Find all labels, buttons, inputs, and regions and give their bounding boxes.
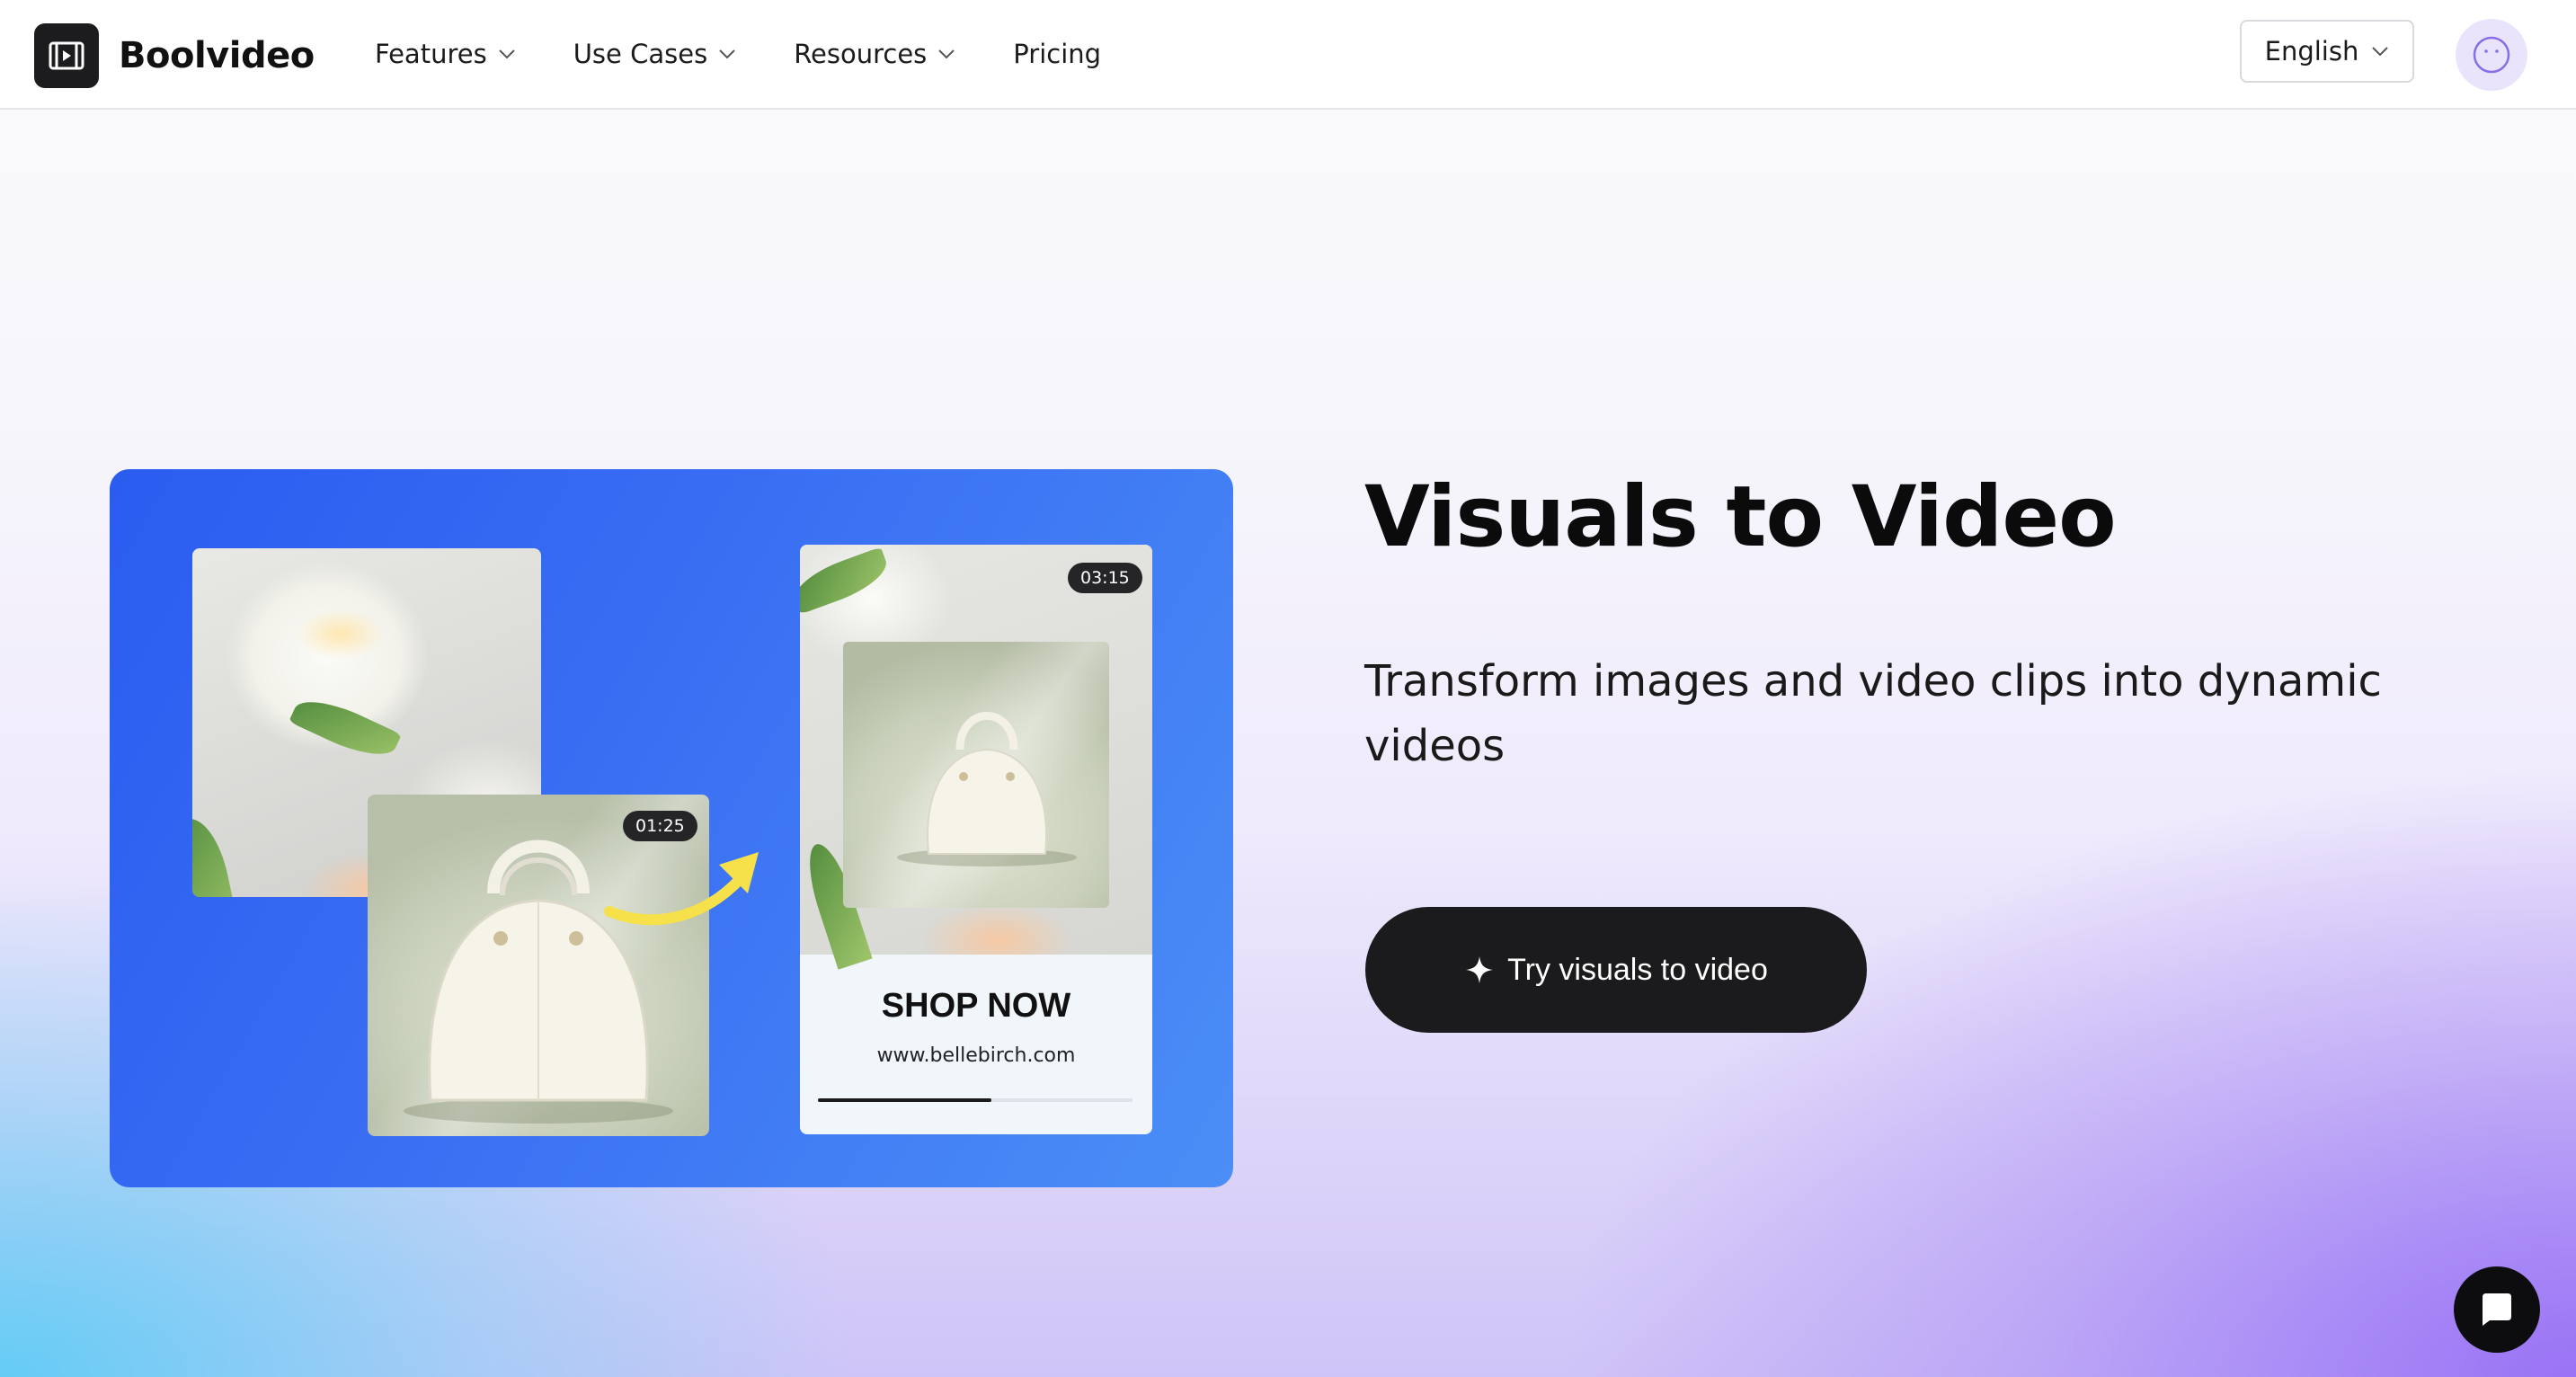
shop-url: www.bellebirch.com — [876, 1044, 1076, 1067]
output-video-panel: 03:15 SHOP NOW www.bellebirch.com — [800, 545, 1152, 1134]
leaf-shape — [289, 688, 402, 768]
try-visuals-to-video-button[interactable]: Try visuals to video — [1365, 907, 1867, 1033]
language-label: English — [2264, 36, 2359, 67]
hero-subtitle: Transform images and video clips into dy… — [1364, 656, 2382, 771]
nav-features-label: Features — [375, 39, 487, 69]
nav-resources[interactable]: Resources — [794, 39, 955, 69]
shop-now-title: SHOP NOW — [881, 987, 1071, 1025]
nav-use-cases[interactable]: Use Cases — [573, 39, 736, 69]
sparkle-icon — [1464, 955, 1495, 985]
nav-features[interactable]: Features — [375, 39, 516, 69]
chevron-down-icon — [937, 49, 955, 59]
chevron-down-icon — [718, 49, 736, 59]
film-play-icon — [34, 23, 99, 88]
video-progress-bar — [818, 1098, 1133, 1102]
nav-use-cases-label: Use Cases — [573, 39, 708, 69]
site-header: Boolvideo Features Use Cases Resources P… — [0, 0, 2576, 110]
chat-launcher-button[interactable] — [2454, 1266, 2540, 1353]
cta-label: Try visuals to video — [1507, 952, 1768, 987]
output-handbag-image — [843, 642, 1109, 908]
leaf-shape — [800, 546, 893, 615]
nav-resources-label: Resources — [794, 39, 928, 69]
hero-preview-card: 01:25 03:15 SHOP NOW www.bellebirch.com — [110, 469, 1233, 1187]
hero-title: Visuals to Video — [1364, 468, 2117, 566]
nav-pricing[interactable]: Pricing — [1013, 39, 1101, 69]
brand-logo[interactable]: Boolvideo — [34, 23, 315, 88]
smiley-face-icon — [2471, 34, 2512, 76]
chevron-down-icon — [498, 49, 516, 59]
transform-arrow-icon — [604, 852, 759, 926]
output-video-frame: 03:15 — [800, 545, 1152, 970]
handbag-illustration — [897, 712, 1077, 866]
video-progress-fill — [818, 1098, 991, 1102]
leaf-shape — [192, 813, 241, 897]
output-duration-badge: 03:15 — [1068, 563, 1142, 593]
brand-name: Boolvideo — [119, 35, 315, 76]
user-avatar[interactable] — [2456, 19, 2527, 91]
nav-pricing-label: Pricing — [1013, 39, 1102, 69]
chat-bubble-icon — [2477, 1290, 2517, 1329]
language-select[interactable]: English — [2240, 20, 2414, 83]
chevron-down-icon — [2371, 46, 2389, 57]
main-nav: Features Use Cases Resources Pricing — [375, 0, 1159, 108]
